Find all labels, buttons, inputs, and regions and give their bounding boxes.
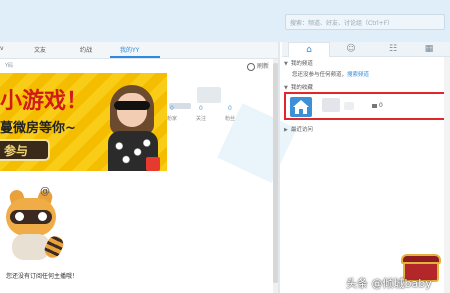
refresh-icon bbox=[247, 62, 255, 71]
yy-code-label: Y码 bbox=[5, 63, 14, 69]
no-channels-text: 您还没参与任何频道， bbox=[292, 72, 348, 78]
my-channels-header[interactable]: ▼ 我的频道 bbox=[284, 59, 313, 67]
banner-join-button[interactable]: 参与 bbox=[0, 139, 50, 161]
profile-card: 0 0 0 粉家 关注 粉丝 bbox=[167, 73, 297, 183]
search-channels-link[interactable]: 搜索频道 bbox=[347, 72, 369, 78]
stat-label: 粉丝 bbox=[225, 116, 236, 122]
active-tab-indicator bbox=[110, 56, 160, 58]
stat-value: 0 bbox=[228, 105, 232, 112]
collapse-caret-icon: ▼ bbox=[284, 85, 288, 91]
blurred-channel-id bbox=[344, 102, 354, 110]
no-channels-row: 您还没参与任何频道，搜索频道 bbox=[292, 70, 369, 78]
content-subheader: Y码 刷新 bbox=[0, 59, 278, 73]
search-input[interactable]: 搜索：频道、好友、讨论组（Ctrl+F） bbox=[285, 14, 445, 30]
favorite-member-count: 0 bbox=[372, 102, 383, 109]
banner-subline: 蔓微房等你~ bbox=[0, 121, 76, 136]
main-tabs: v 文友 约战 我的YY bbox=[0, 42, 278, 59]
tab-wenyou[interactable]: 文友 bbox=[34, 45, 46, 54]
apps-icon: ▦ bbox=[424, 44, 434, 54]
banner-model-image bbox=[104, 85, 162, 171]
banner-headline: 小游戏！ bbox=[0, 89, 89, 114]
refresh-label: 刷新 bbox=[257, 63, 270, 70]
raccoon-mascot-image: @ bbox=[2, 186, 66, 268]
stat-label: 关注 bbox=[196, 116, 207, 122]
blurred-channel-name bbox=[322, 98, 340, 112]
my-favorites-header[interactable]: ▼ 我的收藏 bbox=[284, 83, 313, 91]
blurred-avatar bbox=[197, 87, 221, 103]
tab-yuezhan[interactable]: 约战 bbox=[80, 45, 92, 54]
user-icon: ☺ bbox=[346, 44, 356, 54]
tab-contacts[interactable]: ☺ bbox=[330, 42, 372, 57]
favorite-count-value: 0 bbox=[379, 102, 383, 109]
home-channel-icon bbox=[290, 97, 312, 117]
promo-banner[interactable]: 小游戏！ 蔓微房等你~ 参与 bbox=[0, 73, 167, 171]
favorite-channel-item[interactable]: 0 bbox=[284, 92, 446, 120]
top-header: 搜索：频道、好友、讨论组（Ctrl+F） bbox=[0, 0, 450, 42]
banner-join-label: 参与 bbox=[4, 144, 29, 158]
tab-v[interactable]: v bbox=[0, 45, 4, 52]
watermark-text: 头条 @倾城baby bbox=[346, 277, 432, 290]
search-placeholder: 搜索：频道、好友、讨论组（Ctrl+F） bbox=[290, 20, 394, 27]
refresh-button[interactable]: 刷新 bbox=[247, 61, 269, 71]
tab-home[interactable]: ⌂ bbox=[288, 42, 330, 57]
expand-caret-icon: ▶ bbox=[284, 127, 288, 133]
right-panel-tabs: ⌂ ☺ ☷ ▦ bbox=[282, 42, 450, 57]
tab-apps[interactable]: ▦ bbox=[408, 42, 450, 57]
panel-divider[interactable] bbox=[278, 42, 280, 293]
recent-visits-header[interactable]: ▶ 最近访问 bbox=[284, 125, 313, 133]
home-icon: ⌂ bbox=[306, 45, 312, 55]
empty-subscription-message: 您还没有订阅任何主播哦！ bbox=[6, 273, 79, 280]
recent-visits-label: 最近访问 bbox=[290, 127, 313, 133]
my-favorites-label: 我的收藏 bbox=[290, 85, 313, 91]
stat-value: 0 bbox=[199, 105, 203, 112]
member-icon bbox=[372, 103, 377, 108]
stat-value: 0 bbox=[170, 105, 174, 112]
users-icon: ☷ bbox=[388, 44, 398, 54]
stat-label: 粉家 bbox=[167, 116, 178, 122]
collapse-caret-icon: ▼ bbox=[284, 61, 288, 67]
my-channels-label: 我的频道 bbox=[290, 61, 313, 67]
tab-my-yy[interactable]: 我的YY bbox=[120, 45, 139, 54]
